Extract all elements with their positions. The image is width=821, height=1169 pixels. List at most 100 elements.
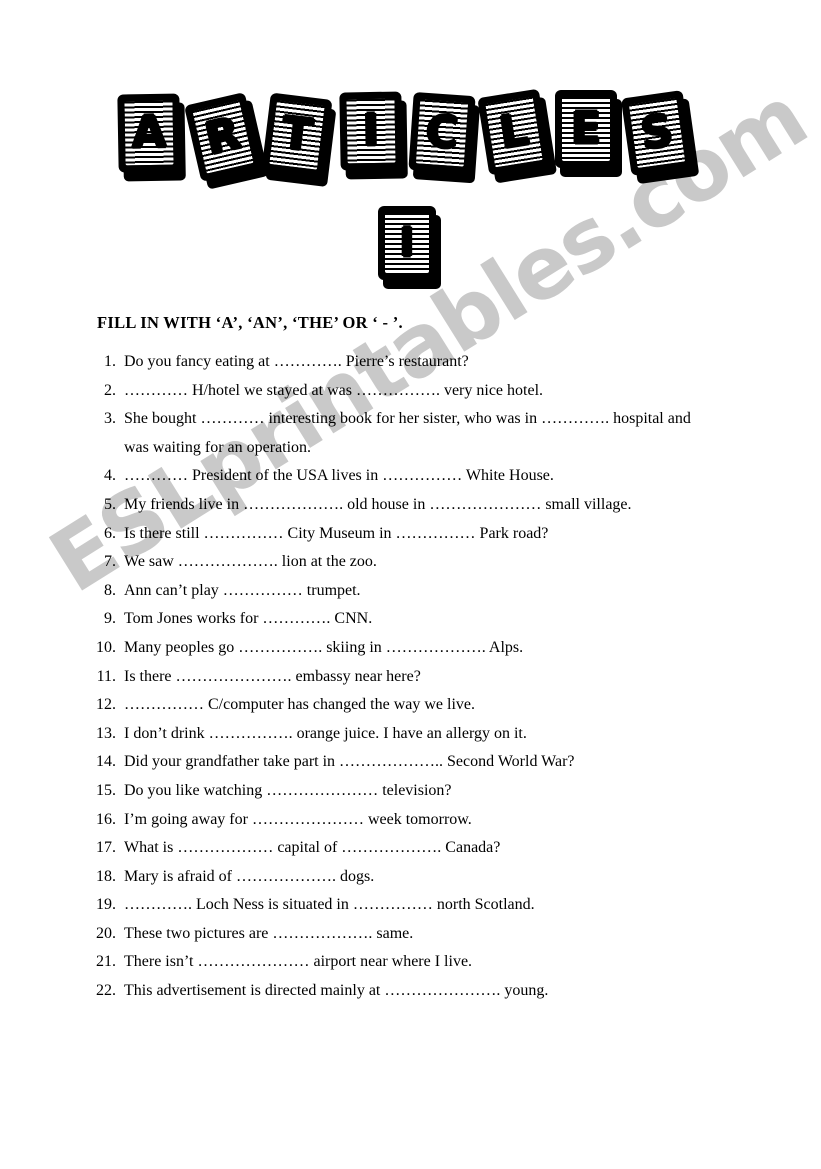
exercise-number: 3. [104, 410, 116, 428]
exercise-body: There isn’t ………………… airport near where I… [124, 948, 821, 977]
exercise-number: 21. [96, 953, 116, 971]
exercise-number: 14. [96, 753, 116, 771]
exercise-item: 3. She bought ………… interesting book for h… [0, 405, 821, 462]
exercise-body: Did your grandfather take part in ………………… [124, 748, 821, 777]
exercise-body: I don’t drink ……………. orange juice. I hav… [124, 720, 821, 749]
title-letter-block: S [620, 90, 700, 185]
exercise-number: 4. [104, 467, 116, 485]
exercise-body: We saw ………………. lion at the zoo. [124, 548, 821, 577]
block-letter: L [496, 104, 532, 159]
block-face: T [261, 92, 333, 178]
exercise-item: 19. …………. Loch Ness is situated in …………… … [0, 891, 821, 920]
block-letter: T [279, 107, 316, 162]
exercise-text: There isn’t ………………… airport near where I… [124, 953, 473, 971]
exercise-number: 19. [96, 896, 116, 914]
block-letter: C [424, 105, 460, 160]
title-letter-block: R [184, 92, 269, 190]
exercise-text: I don’t drink ……………. orange juice. I hav… [124, 724, 527, 742]
block-letter: E [570, 103, 602, 154]
exercise-text: Mary is afraid of ………………. dogs. [124, 867, 375, 885]
worksheet-page: ESLprintables.com ARTICLES I FILL IN WIT… [0, 0, 821, 1169]
exercise-number: 1. [104, 353, 116, 370]
exercise-text: This advertisement is directed mainly at… [124, 982, 549, 1000]
exercise-text: Do you fancy eating at …………. Pierre’s re… [124, 353, 469, 370]
exercise-text: Ann can’t play …………… trumpet. [124, 581, 361, 599]
exercise-text: We saw ………………. lion at the zoo. [124, 553, 377, 571]
block-letter: I [362, 104, 380, 157]
exercise-text: ………… President of the USA lives in ……………… [124, 467, 554, 485]
exercise-item: 14. Did your grandfather take part in ………… [0, 748, 821, 777]
exercise-number: 10. [96, 638, 116, 656]
exercise-number: 7. [104, 553, 116, 571]
exercise-number: 2. [104, 381, 116, 399]
exercise-body: What is ……………… capital of ………………. Canada… [124, 834, 821, 863]
exercise-item: 16. I’m going away for ………………… week tomor… [0, 806, 821, 835]
exercise-body: Tom Jones works for …………. CNN. [124, 605, 821, 634]
exercise-text: …………… C/computer has changed the way we … [124, 696, 476, 714]
exercise-item: 6. Is there still …………… City Museum in ……… [0, 520, 821, 549]
exercise-item: 11. Is there …………………. embassy near here? [0, 663, 821, 692]
exercise-number: 6. [104, 524, 116, 542]
exercise-number: 22. [96, 982, 116, 1000]
exercise-body: ………… President of the USA lives in ……………… [124, 462, 821, 491]
exercise-text: Is there …………………. embassy near here? [124, 667, 421, 685]
exercise-number: 17. [96, 839, 116, 857]
exercise-body: …………… C/computer has changed the way we … [124, 691, 821, 720]
exercise-body: Ann can’t play …………… trumpet. [124, 577, 821, 606]
exercise-body: This advertisement is directed mainly at… [124, 977, 821, 1006]
exercise-text: …………. Loch Ness is situated in …………… nor… [124, 896, 535, 914]
exercise-body: Many peoples go ……………. skiing in ……………….… [124, 634, 821, 663]
block-letter: A [131, 106, 167, 159]
exercise-text: What is ……………… capital of ………………. Canada… [124, 839, 501, 857]
exercise-body: Mary is afraid of ………………. dogs. [124, 863, 821, 892]
exercise-body: My friends live in ………………. old house in … [124, 491, 821, 520]
exercise-number: 20. [96, 924, 116, 942]
exercise-item: 8. Ann can’t play …………… trumpet. [0, 577, 821, 606]
exercise-body: …………. Loch Ness is situated in …………… nor… [124, 891, 821, 920]
exercise-text: She bought ………… interesting book for her… [124, 410, 691, 428]
block-face: A [117, 93, 181, 173]
exercise-number: 11. [96, 667, 116, 685]
exercise-text: Tom Jones works for …………. CNN. [124, 610, 373, 628]
block-letter: S [637, 105, 677, 160]
exercise-number: 9. [104, 610, 116, 628]
exercise-item: 20. These two pictures are ………………. same. [0, 920, 821, 949]
exercise-number: 5. [104, 495, 116, 513]
exercise-item: 5. My friends live in ………………. old house i… [0, 491, 821, 520]
exercise-body: These two pictures are ………………. same. [124, 920, 821, 949]
exercise-number: 12. [96, 696, 116, 714]
title-letter-block: I [339, 91, 408, 180]
exercise-item: 10. Many peoples go ……………. skiing in …………… [0, 634, 821, 663]
exercise-item: 4. ………… President of the USA lives in ………… [0, 462, 821, 491]
exercise-body: Is there still …………… City Museum in …………… [124, 520, 821, 549]
exercise-number: 13. [96, 724, 116, 742]
exercise-item: 15. Do you like watching ………………… televisi… [0, 777, 821, 806]
exercise-list: 1. Do you fancy eating at …………. Pierre’s … [0, 348, 821, 1006]
exercise-body: Do you fancy eating at …………. Pierre’s re… [124, 348, 821, 377]
exercise-number: 16. [96, 810, 116, 828]
title-letter-blocks: ARTICLES [117, 88, 708, 198]
exercise-text: These two pictures are ………………. same. [124, 924, 414, 942]
exercise-body: Is there …………………. embassy near here? [124, 663, 821, 692]
subtitle-letter-block: I [378, 206, 441, 289]
exercise-number: 8. [104, 581, 116, 599]
title-letter-block: C [408, 91, 481, 184]
exercise-text-continuation: was waiting for an operation. [124, 438, 312, 456]
exercise-body: Do you like watching ………………… television? [124, 777, 821, 806]
exercise-body: ………… H/hotel we stayed at was ……………. ver… [124, 377, 821, 406]
exercise-item: 12. …………… C/computer has changed the way … [0, 691, 821, 720]
exercise-number: 18. [96, 867, 116, 885]
block-face: S [620, 90, 694, 176]
exercise-item: 18. Mary is afraid of ………………. dogs. [0, 863, 821, 892]
exercise-text: Is there still …………… City Museum in …………… [124, 524, 549, 542]
exercise-item: 17. What is ……………… capital of ………………. Can… [0, 834, 821, 863]
title-letter-block: A [117, 93, 186, 182]
instruction-heading: FILL IN WITH ‘A’, ‘AN’, ‘THE’ OR ‘ - ’. [97, 313, 403, 332]
exercise-body: I’m going away for ………………… week tomorrow… [124, 806, 821, 835]
block-letter: I [399, 220, 415, 266]
exercise-item: 1. Do you fancy eating at …………. Pierre’s … [0, 348, 821, 377]
block-face: L [477, 88, 551, 176]
exercise-item: 9. Tom Jones works for …………. CNN. [0, 605, 821, 634]
exercise-item: 7. We saw ………………. lion at the zoo. [0, 548, 821, 577]
title-letter-block: T [261, 92, 337, 188]
